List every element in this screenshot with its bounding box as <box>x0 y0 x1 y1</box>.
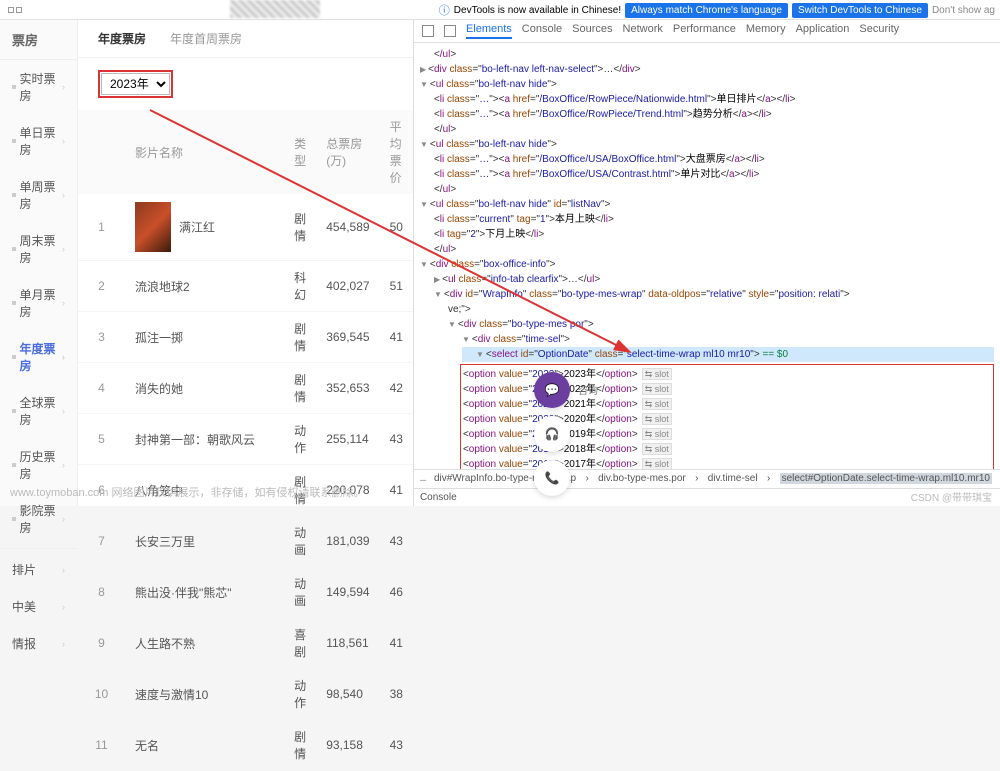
table-row[interactable]: 11无名剧情93,15843 <box>78 720 413 771</box>
table-row[interactable]: 8熊出没·伴我"熊芯"动画149,59446 <box>78 567 413 618</box>
headset-icon: 🎧 <box>545 427 560 441</box>
devtools-tab-security[interactable]: Security <box>859 23 899 39</box>
sidebar-item-单日票房[interactable]: 单日票房› <box>0 114 77 168</box>
devtools-tab-sources[interactable]: Sources <box>572 23 612 39</box>
dont-show-link[interactable]: Don't show ag <box>932 5 995 16</box>
switch-chinese-button[interactable]: Switch DevTools to Chinese <box>792 3 928 18</box>
blurred-region <box>230 0 320 18</box>
col-header: 类型 <box>284 110 316 194</box>
devtools-tab-console[interactable]: Console <box>522 23 562 39</box>
table-row[interactable]: 3孤注一掷剧情369,54541 <box>78 312 413 363</box>
sidebar-item-年度票房[interactable]: 年度票房› <box>0 330 77 384</box>
sidebar-group-中美[interactable]: 中美› <box>0 588 77 625</box>
table-row[interactable]: 4消失的她剧情352,65342 <box>78 363 413 414</box>
tab-年度票房[interactable]: 年度票房 <box>98 30 146 47</box>
col-header: 影片名称 <box>125 110 284 194</box>
devtools-tab-elements[interactable]: Elements <box>466 23 512 39</box>
table-row[interactable]: 7长安三万里动画181,03943 <box>78 516 413 567</box>
tab-年度首周票房[interactable]: 年度首周票房 <box>170 30 242 47</box>
col-header <box>78 110 125 194</box>
devtools-header: Elements Console Sources Network Performance… <box>414 20 1000 43</box>
sidebar-item-实时票房[interactable]: 实时票房› <box>0 60 77 114</box>
sidebar-item-单月票房[interactable]: 单月票房› <box>0 276 77 330</box>
sidebar-title: 票房 <box>0 20 77 60</box>
devtools-tab-network[interactable]: Network <box>623 23 663 39</box>
devtools-language-banner: ⓘ DevTools is now available in Chinese! … <box>439 2 995 18</box>
consult-button[interactable]: 💬 咨询 <box>534 372 570 408</box>
table-row[interactable]: 5封神第一部：朝歌风云动作255,11443 <box>78 414 413 465</box>
info-icon: ⓘ <box>439 2 450 18</box>
sidebar-group-排片[interactable]: 排片› <box>0 551 77 588</box>
sidebar-item-单周票房[interactable]: 单周票房› <box>0 168 77 222</box>
col-header: 总票房(万) <box>316 110 379 194</box>
boxoffice-table: 影片名称类型总票房(万)平均票价 1满江红剧情454,589502流浪地球2科幻… <box>78 110 413 771</box>
table-row[interactable]: 1满江红剧情454,58950 <box>78 194 413 261</box>
dom-breadcrumb[interactable]: … div#WrapInfo.bo-type-mes-wrap › div.bo… <box>414 469 1000 488</box>
banner-text: DevTools is now available in Chinese! <box>454 5 621 16</box>
floating-buttons: 💬 咨询 🎧 📞 <box>534 372 570 496</box>
sidebar-group-情报[interactable]: 情报› <box>0 625 77 662</box>
devtools-tabs: Elements Console Sources Network Performance… <box>466 23 899 39</box>
app-icon <box>8 7 22 13</box>
table-row[interactable]: 9人生路不熟喜剧118,56141 <box>78 618 413 669</box>
chat-icon: 💬 <box>545 383 560 397</box>
console-label: Console <box>420 492 457 503</box>
year-select[interactable]: 2023年 <box>101 73 170 95</box>
table-row[interactable]: 2流浪地球2科幻402,02751 <box>78 261 413 312</box>
device-icon[interactable] <box>444 25 456 37</box>
devtools-tab-memory[interactable]: Memory <box>746 23 786 39</box>
movie-poster <box>135 202 171 252</box>
always-match-button[interactable]: Always match Chrome's language <box>625 3 788 18</box>
left-sidebar: 票房 实时票房›单日票房›单周票房›周末票房›单月票房›年度票房›全球票房›历史… <box>0 20 78 506</box>
watermark-text: www.toymoban.com 网络图片仅供展示，非存储，如有侵权请联系删除。 <box>10 484 364 500</box>
inspect-icon[interactable] <box>422 25 434 37</box>
phone-button[interactable]: 📞 <box>534 460 570 496</box>
content-tabs: 年度票房 年度首周票房 <box>78 20 413 58</box>
year-select-highlight: 2023年 <box>98 70 173 98</box>
col-header: 平均票价 <box>380 110 413 194</box>
main-content: 年度票房 年度首周票房 2023年 影片名称类型总票房(万)平均票价 1满江红剧情… <box>78 20 413 506</box>
devtools-tab-application[interactable]: Application <box>796 23 850 39</box>
sidebar-item-全球票房[interactable]: 全球票房› <box>0 384 77 438</box>
table-row[interactable]: 10速度与激情10动作98,54038 <box>78 669 413 720</box>
phone-icon: 📞 <box>545 471 560 485</box>
devtools-tab-performance[interactable]: Performance <box>673 23 736 39</box>
csdn-watermark: CSDN @带带琪宝 <box>911 489 992 504</box>
website-panel: 票房 实时票房›单日票房›单周票房›周末票房›单月票房›年度票房›全球票房›历史… <box>0 20 413 506</box>
devtools-panel: Elements Console Sources Network Performance… <box>413 20 1000 506</box>
elements-dom-tree[interactable]: </ul><div class="bo-left-nav left-nav-se… <box>414 43 1000 469</box>
sidebar-item-周末票房[interactable]: 周末票房› <box>0 222 77 276</box>
sidebar-item-影院票房[interactable]: 影院票房› <box>0 492 77 546</box>
headset-button[interactable]: 🎧 <box>534 416 570 452</box>
